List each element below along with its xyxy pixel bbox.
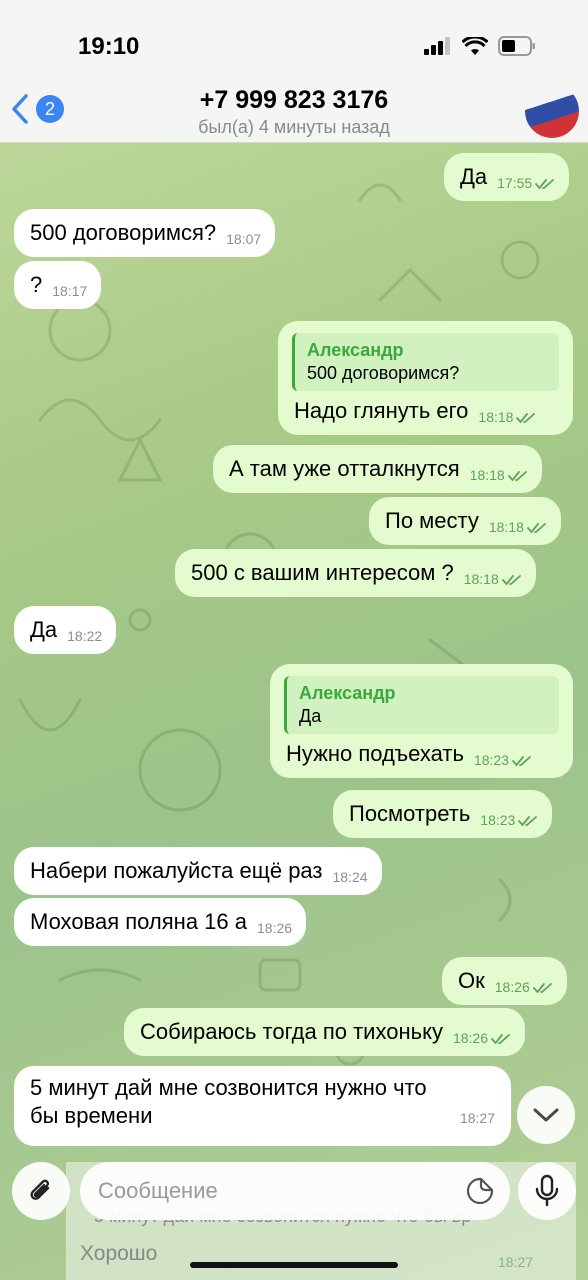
double-check-icon: [532, 983, 552, 994]
message-bubble-incoming[interactable]: 500 договоримся? 18:07: [14, 209, 276, 257]
message-time: 17:55: [497, 169, 555, 197]
message-text-line-1: 5 минут дай мне созвонится нужно что: [30, 1075, 427, 1100]
message-text: Да: [460, 164, 488, 189]
battery-icon: [498, 36, 535, 56]
message-time: 18:18: [478, 403, 536, 431]
signal-icon: [424, 37, 450, 55]
message-bubble-outgoing-reply[interactable]: Александр Да Нужно подъехать 18:23: [270, 664, 573, 778]
message-text: Посмотреть: [349, 801, 471, 826]
message-time: 18:24: [332, 869, 368, 885]
double-check-icon: [512, 756, 531, 767]
message-composer: [80, 1162, 510, 1220]
status-icons: [424, 36, 536, 56]
home-indicator: [190, 1262, 398, 1268]
wifi-icon: [462, 36, 488, 55]
message-bubble-outgoing[interactable]: Да 17:55: [444, 153, 570, 201]
paperclip-icon: [30, 1179, 50, 1200]
message-text: Моховая поляна 16 а: [30, 909, 247, 934]
message-time: 18:07: [226, 231, 262, 247]
chat-header: 19:10 2 +7 999 823 3176 был(а) 4 минуты …: [0, 0, 588, 146]
double-check-icon: [491, 1034, 510, 1045]
message-time: 18:22: [67, 628, 103, 644]
message-text: По месту: [385, 508, 479, 533]
message-time: 18:26: [256, 920, 293, 936]
message-time: 18:17: [52, 283, 88, 299]
message-text: Нужно подъехать: [286, 741, 464, 766]
message-bubble-incoming[interactable]: ? 18:17: [14, 261, 102, 309]
message-time: 18:23: [474, 746, 532, 774]
message-bubble-incoming[interactable]: Да 18:22: [14, 606, 117, 654]
double-check-icon: [516, 413, 536, 424]
double-check-icon: [518, 816, 538, 827]
reply-author: Александр: [299, 683, 396, 703]
message-text: Собираюсь тогда по тихоньку: [140, 1019, 443, 1044]
message-bubble-outgoing[interactable]: Ок 18:26: [442, 957, 567, 1005]
message-bubble-incoming-multiline[interactable]: 5 минут дай мне созвонится нужно что бы …: [14, 1066, 511, 1146]
status-time: 19:10: [78, 33, 140, 60]
message-text: Набери пожалуйста ещё раз: [30, 858, 323, 883]
reply-text: 500 договоримся?: [307, 363, 460, 383]
reply-text: Да: [299, 706, 322, 726]
chevron-down-icon: [533, 1108, 559, 1122]
attach-button[interactable]: [12, 1162, 70, 1220]
voice-message-button[interactable]: [518, 1162, 576, 1220]
message-time: 18:27: [459, 1110, 495, 1126]
reply-quote[interactable]: Александр 500 договоримся?: [292, 333, 559, 391]
message-text: ?: [30, 272, 43, 297]
sticker-button[interactable]: [464, 1175, 496, 1207]
message-bubble-outgoing[interactable]: Собираюсь тогда по тихоньку 18:26: [124, 1008, 525, 1056]
double-check-icon: [507, 471, 527, 482]
message-text: Да: [30, 617, 58, 642]
chat-title[interactable]: +7 999 823 3176: [0, 86, 588, 115]
double-check-icon: [501, 575, 521, 586]
sticker-icon: [466, 1177, 494, 1205]
message-text-line-2: бы времени: [30, 1103, 153, 1128]
message-input[interactable]: [80, 1178, 464, 1204]
message-bubble-incoming[interactable]: Набери пожалуйста ещё раз 18:24: [14, 847, 382, 895]
message-bubble-outgoing[interactable]: По месту 18:18: [369, 497, 561, 545]
ghost-time: 18:27: [498, 1254, 534, 1270]
message-text: А там уже отталкнутся: [229, 456, 460, 481]
message-text: 500 с вашим интересом ?: [191, 560, 454, 585]
message-text: 500 договоримся?: [30, 220, 217, 245]
message-bubble-incoming[interactable]: Моховая поляна 16 а 18:26: [14, 898, 307, 946]
microphone-icon: [535, 1174, 559, 1207]
message-bubble-outgoing-reply[interactable]: Александр 500 договоримся? Надо глянуть …: [278, 321, 573, 435]
message-time: 18:18: [489, 513, 547, 541]
message-bubble-outgoing[interactable]: А там уже отталкнутся 18:18: [213, 445, 542, 493]
message-time: 18:18: [470, 461, 528, 489]
ghost-reply-text: Хорошо: [80, 1242, 158, 1265]
message-time: 18:26: [495, 973, 553, 1001]
message-time: 18:23: [480, 806, 538, 834]
message-bubble-outgoing[interactable]: 500 с вашим интересом ? 18:18: [175, 549, 536, 597]
double-check-icon: [535, 179, 555, 190]
reply-quote[interactable]: Александр Да: [284, 676, 559, 734]
last-seen-status: был(а) 4 минуты назад: [198, 117, 390, 137]
message-bubble-outgoing[interactable]: Посмотреть 18:23: [333, 790, 553, 838]
message-time: 18:26: [453, 1024, 511, 1052]
message-text: Надо глянуть его: [294, 398, 469, 423]
double-check-icon: [526, 523, 546, 534]
message-time: 18:18: [464, 565, 522, 593]
message-text: Ок: [458, 968, 485, 993]
reply-author: Александр: [307, 340, 404, 360]
scroll-to-bottom-button[interactable]: [517, 1086, 575, 1144]
